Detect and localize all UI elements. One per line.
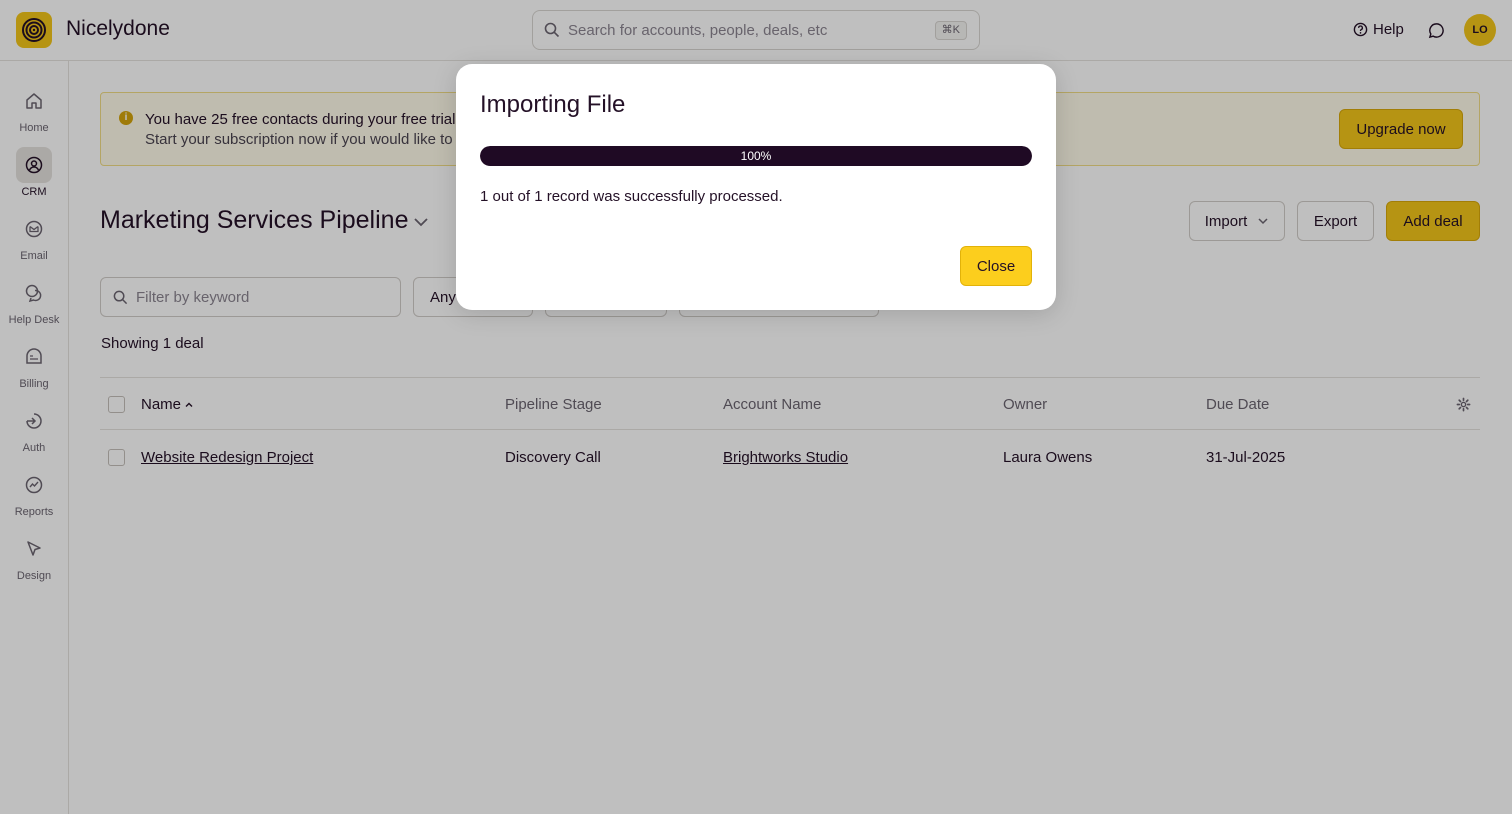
progress-bar: 100% <box>480 146 1032 166</box>
import-dialog: Importing File 100% 1 out of 1 record wa… <box>456 64 1056 310</box>
progress-label: 100% <box>740 149 772 163</box>
import-result-message: 1 out of 1 record was successfully proce… <box>480 188 783 205</box>
close-button[interactable]: Close <box>960 246 1032 286</box>
dialog-title: Importing File <box>480 91 626 118</box>
